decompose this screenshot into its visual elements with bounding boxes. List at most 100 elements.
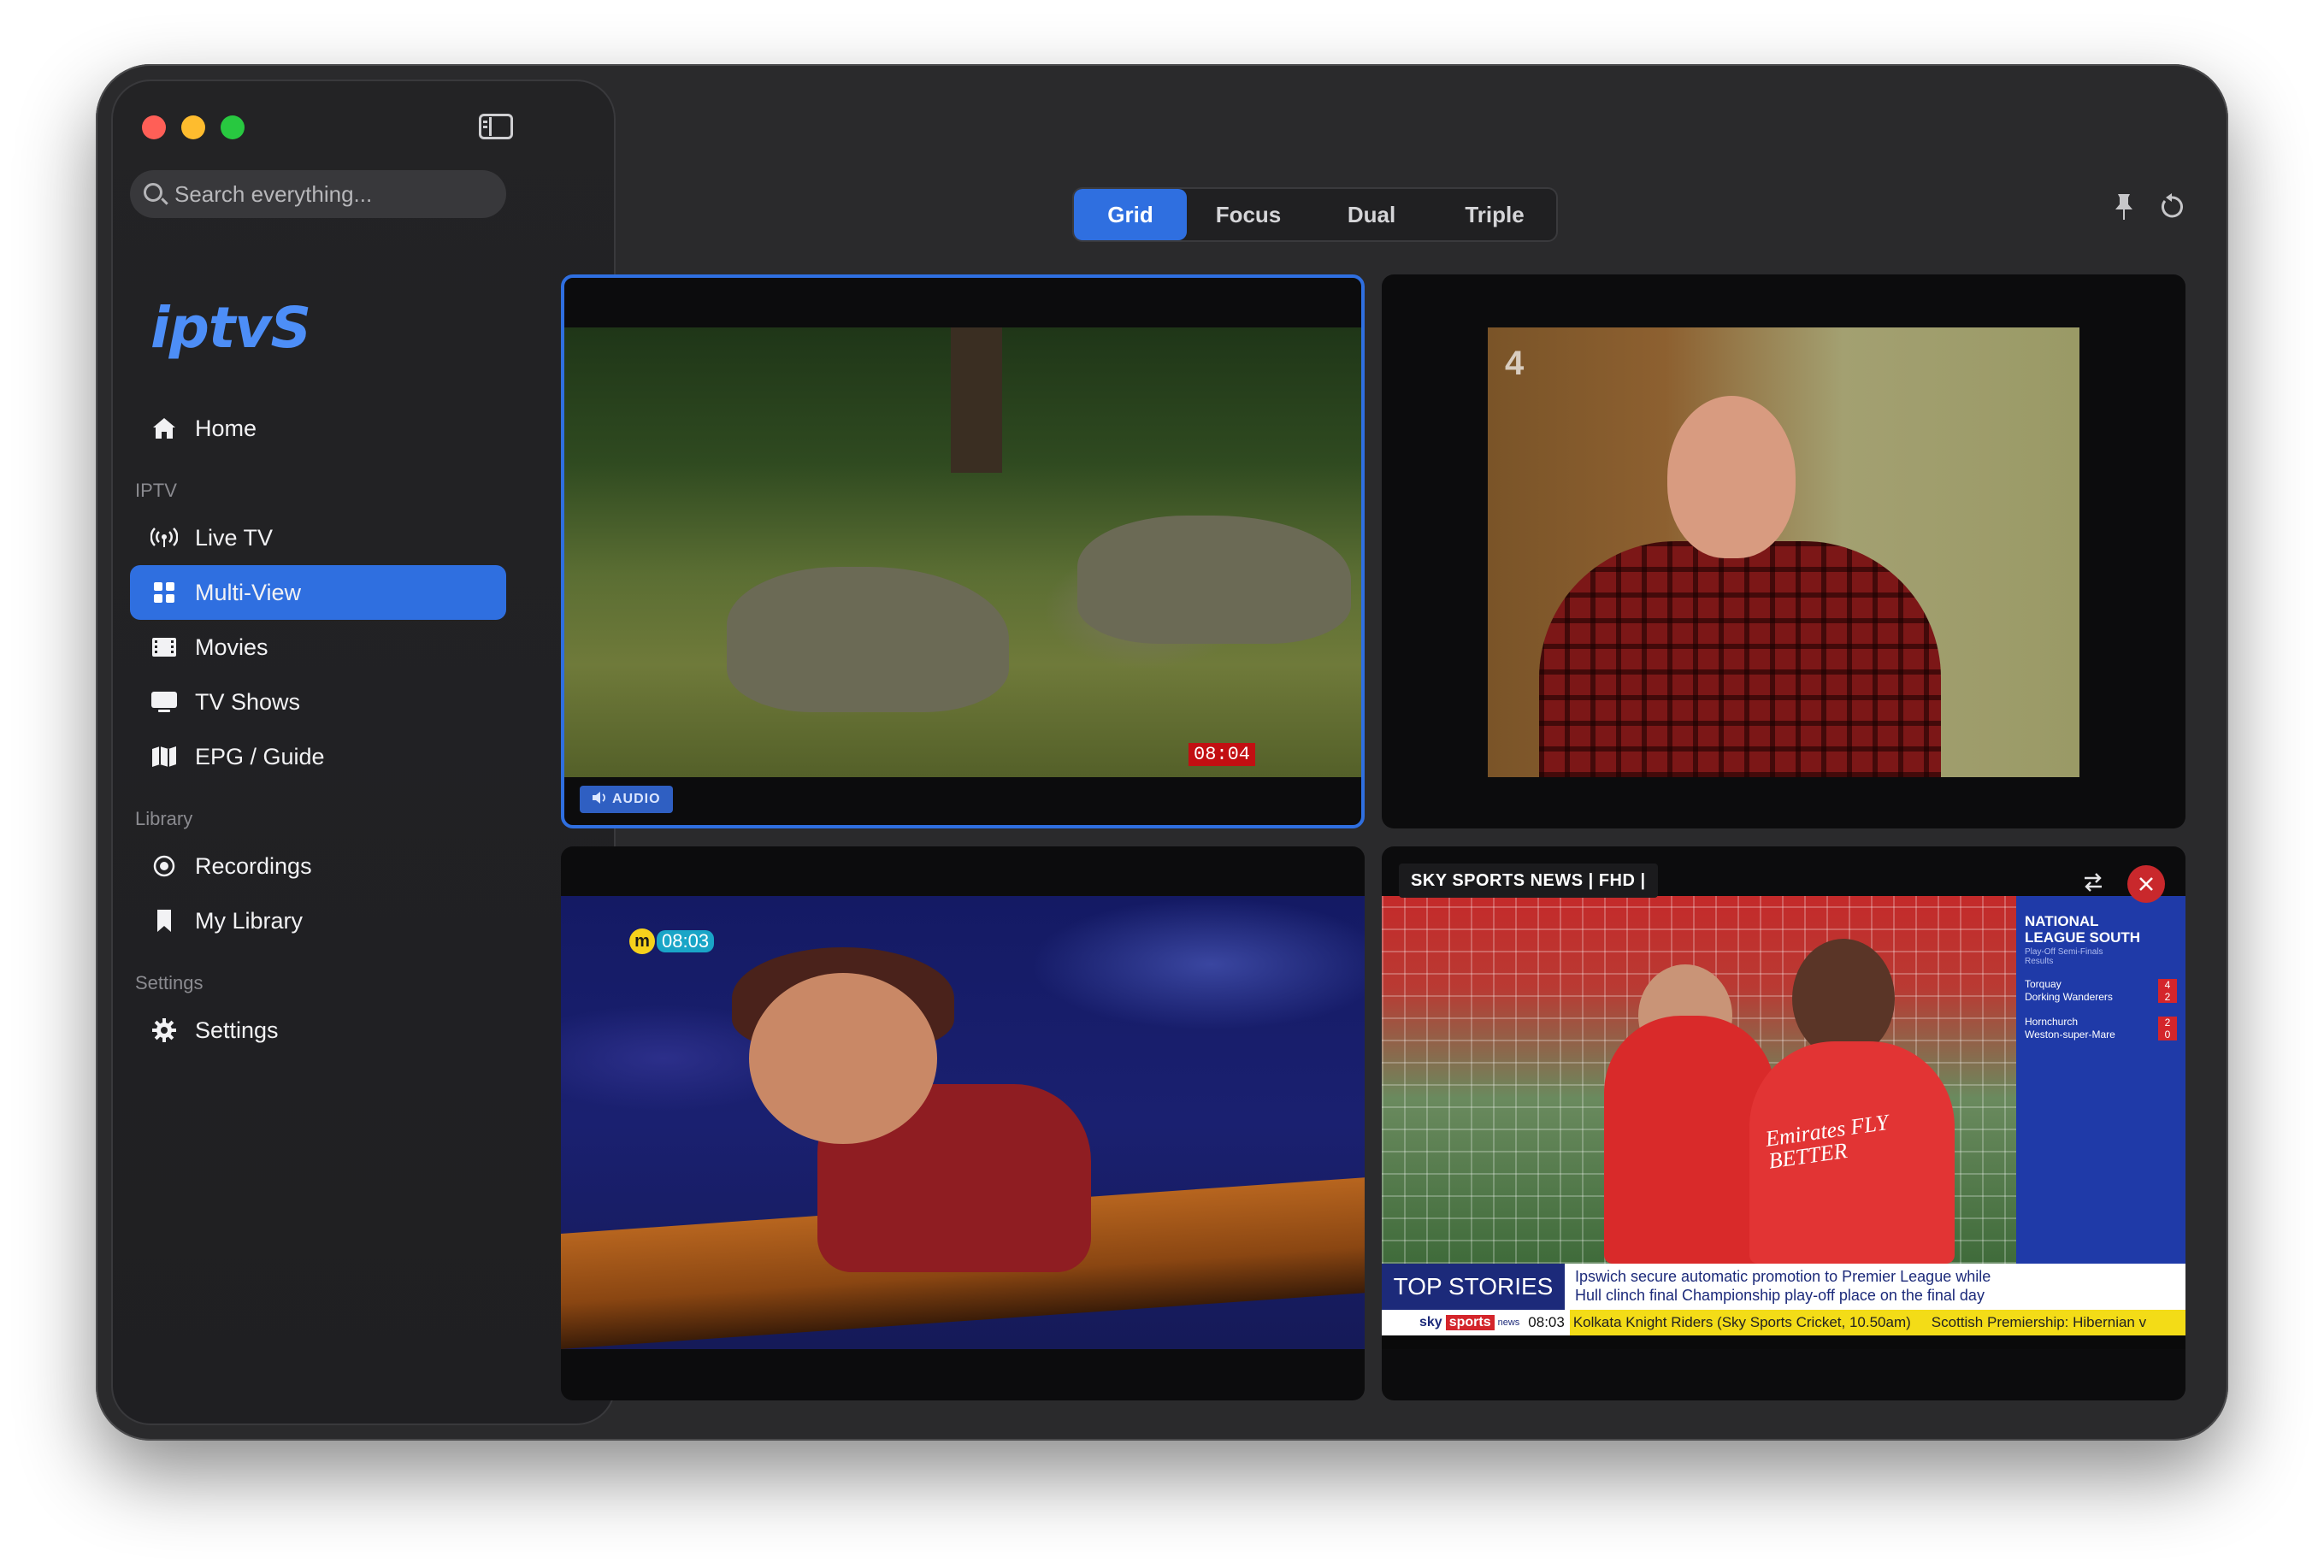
search-input[interactable]: [174, 170, 499, 218]
sidebar-item-label: Live TV: [195, 524, 274, 551]
audio-badge[interactable]: AUDIO: [580, 786, 673, 813]
scene-figure: Emirates FLY BETTER: [1749, 1041, 1955, 1264]
sidebar-item-home[interactable]: Home: [130, 401, 506, 456]
video-tile-2[interactable]: 4: [1382, 274, 2185, 828]
score-row: Torquay Dorking Wanderers 4 2: [2025, 978, 2177, 1004]
sidebar-item-my-library[interactable]: My Library: [130, 893, 506, 948]
video-frame-sitcom: 4: [1488, 327, 2079, 777]
video-tile-3[interactable]: m 08:03: [561, 846, 1365, 1400]
search-field[interactable]: [130, 170, 506, 218]
ticker-crawl-text: Scottish Premiership: Hibernian v: [1931, 1314, 2147, 1330]
ticker-label: TOP STORIES: [1382, 1264, 1565, 1310]
sidebar: iptvS Home IPTV Live TV Multi-View Movie: [111, 80, 616, 1425]
close-icon: [2139, 877, 2153, 891]
sidebar-item-recordings[interactable]: Recordings: [130, 839, 506, 893]
section-label-settings: Settings: [135, 972, 203, 993]
scene-figure: [727, 567, 1009, 712]
score-panel-title: NATIONAL: [2025, 913, 2099, 929]
channel-clock: m 08:03: [629, 928, 715, 954]
tv-icon: [147, 691, 181, 713]
video-frame-cartoon: m 08:03: [561, 896, 1365, 1349]
channel-label: SKY SPORTS NEWS | FHD |: [1399, 864, 1658, 898]
scene-figure: [1792, 939, 1895, 1058]
ticker-headline: Ipswich secure automatic promotion to Pr…: [1575, 1268, 1991, 1285]
news-ticker-headline: TOP STORIES Ipswich secure automatic pro…: [1382, 1264, 2185, 1310]
tab-dual[interactable]: Dual: [1310, 189, 1433, 240]
record-icon: [147, 854, 181, 878]
scene-figure: [1539, 541, 1941, 777]
scene-figure: [749, 973, 937, 1144]
tab-grid[interactable]: Grid: [1074, 189, 1187, 240]
grid-icon: [147, 581, 181, 604]
score-panel-subtitle: Results: [2025, 957, 2054, 966]
sidebar-item-tv-shows[interactable]: TV Shows: [130, 675, 506, 729]
score: 0: [2164, 1029, 2171, 1040]
pin-icon[interactable]: [2114, 192, 2134, 228]
sidebar-item-label: Home: [195, 415, 257, 441]
video-tile-1[interactable]: 08:04 AUDIO: [561, 274, 1365, 828]
bookmark-icon: [147, 909, 181, 933]
close-window-button[interactable]: [142, 115, 166, 139]
map-icon: [147, 746, 181, 768]
team-name: Dorking Wanderers: [2025, 991, 2113, 1003]
search-icon: [144, 183, 162, 202]
brand-text: sky: [1419, 1315, 1442, 1329]
sidebar-item-label: My Library: [195, 907, 304, 934]
news-ticker-crawl: sky sports news 08:03 Kolkata Knight Rid…: [1382, 1310, 2185, 1335]
section-label-library: Library: [135, 808, 193, 829]
ticker-headline: Hull clinch final Championship play-off …: [1575, 1287, 1985, 1304]
channel-logo: m: [629, 928, 655, 954]
close-tile-button[interactable]: [2127, 865, 2165, 903]
clock-time: 08:03: [657, 930, 715, 952]
layout-segmented-control: Grid Focus Dual Triple: [1072, 187, 1558, 242]
sidebar-item-movies[interactable]: Movies: [130, 620, 506, 675]
ticker-time: 08:03: [1523, 1310, 1570, 1335]
sidebar-item-label: Multi-View: [195, 579, 302, 605]
score-row: Hornchurch Weston-super-Mare 2 0: [2025, 1016, 2177, 1041]
sidebar-item-label: Movies: [195, 634, 268, 660]
channel-4-logo: 4: [1505, 345, 1525, 382]
kit-sponsor: Emirates FLY BETTER: [1763, 1109, 1890, 1174]
ticker-crawl-text: Kolkata Knight Riders (Sky Sports Cricke…: [1572, 1314, 1911, 1330]
video-tile-4[interactable]: Emirates FLY BETTER NATIONAL LEAGUE SOUT…: [1382, 846, 2185, 1400]
house-icon: [147, 416, 181, 440]
app-window: iptvS Home IPTV Live TV Multi-View Movie: [96, 64, 2228, 1441]
score: 2: [2164, 991, 2171, 1003]
sidebar-item-label: EPG / Guide: [195, 743, 325, 769]
brand-text: sports: [1445, 1315, 1495, 1330]
scene-tree: [951, 327, 1002, 473]
minimize-window-button[interactable]: [181, 115, 205, 139]
tab-focus[interactable]: Focus: [1187, 189, 1310, 240]
maximize-window-button[interactable]: [221, 115, 245, 139]
sidebar-item-label: Recordings: [195, 852, 312, 879]
score: 2: [2164, 1017, 2171, 1029]
audio-label: AUDIO: [612, 792, 661, 806]
section-label-iptv: IPTV: [135, 480, 177, 501]
tab-triple[interactable]: Triple: [1433, 189, 1556, 240]
scene-figure: [1077, 516, 1351, 644]
sidebar-item-epg-guide[interactable]: EPG / Guide: [130, 729, 506, 784]
video-frame-soldiers: 08:04: [564, 327, 1361, 777]
sidebar-item-label: TV Shows: [195, 688, 301, 715]
sidebar-item-multi-view[interactable]: Multi-View: [130, 565, 506, 620]
brand-text: news: [1497, 1317, 1520, 1328]
score-panel-title: LEAGUE SOUTH: [2025, 929, 2141, 946]
speaker-icon: [592, 791, 607, 808]
sidebar-toggle-icon[interactable]: [479, 114, 513, 139]
team-name: Torquay: [2025, 978, 2062, 990]
film-icon: [147, 636, 181, 658]
sidebar-item-settings[interactable]: Settings: [130, 1003, 506, 1058]
app-logo: iptvS: [150, 295, 311, 361]
score: 4: [2164, 979, 2171, 991]
gear-icon: [147, 1017, 181, 1043]
team-name: Weston-super-Mare: [2025, 1029, 2115, 1040]
antenna-icon: [147, 527, 181, 549]
sidebar-item-label: Settings: [195, 1017, 279, 1043]
video-frame-sports-news: Emirates FLY BETTER NATIONAL LEAGUE SOUT…: [1382, 896, 2185, 1349]
reset-icon[interactable]: [2158, 192, 2185, 228]
timestamp-badge: 08:04: [1189, 743, 1256, 766]
score-panel: NATIONAL LEAGUE SOUTH Play-Off Semi-Fina…: [2016, 896, 2185, 1264]
swap-icon[interactable]: [2076, 865, 2110, 899]
team-name: Hornchurch: [2025, 1016, 2079, 1028]
sidebar-item-live-tv[interactable]: Live TV: [130, 510, 506, 565]
